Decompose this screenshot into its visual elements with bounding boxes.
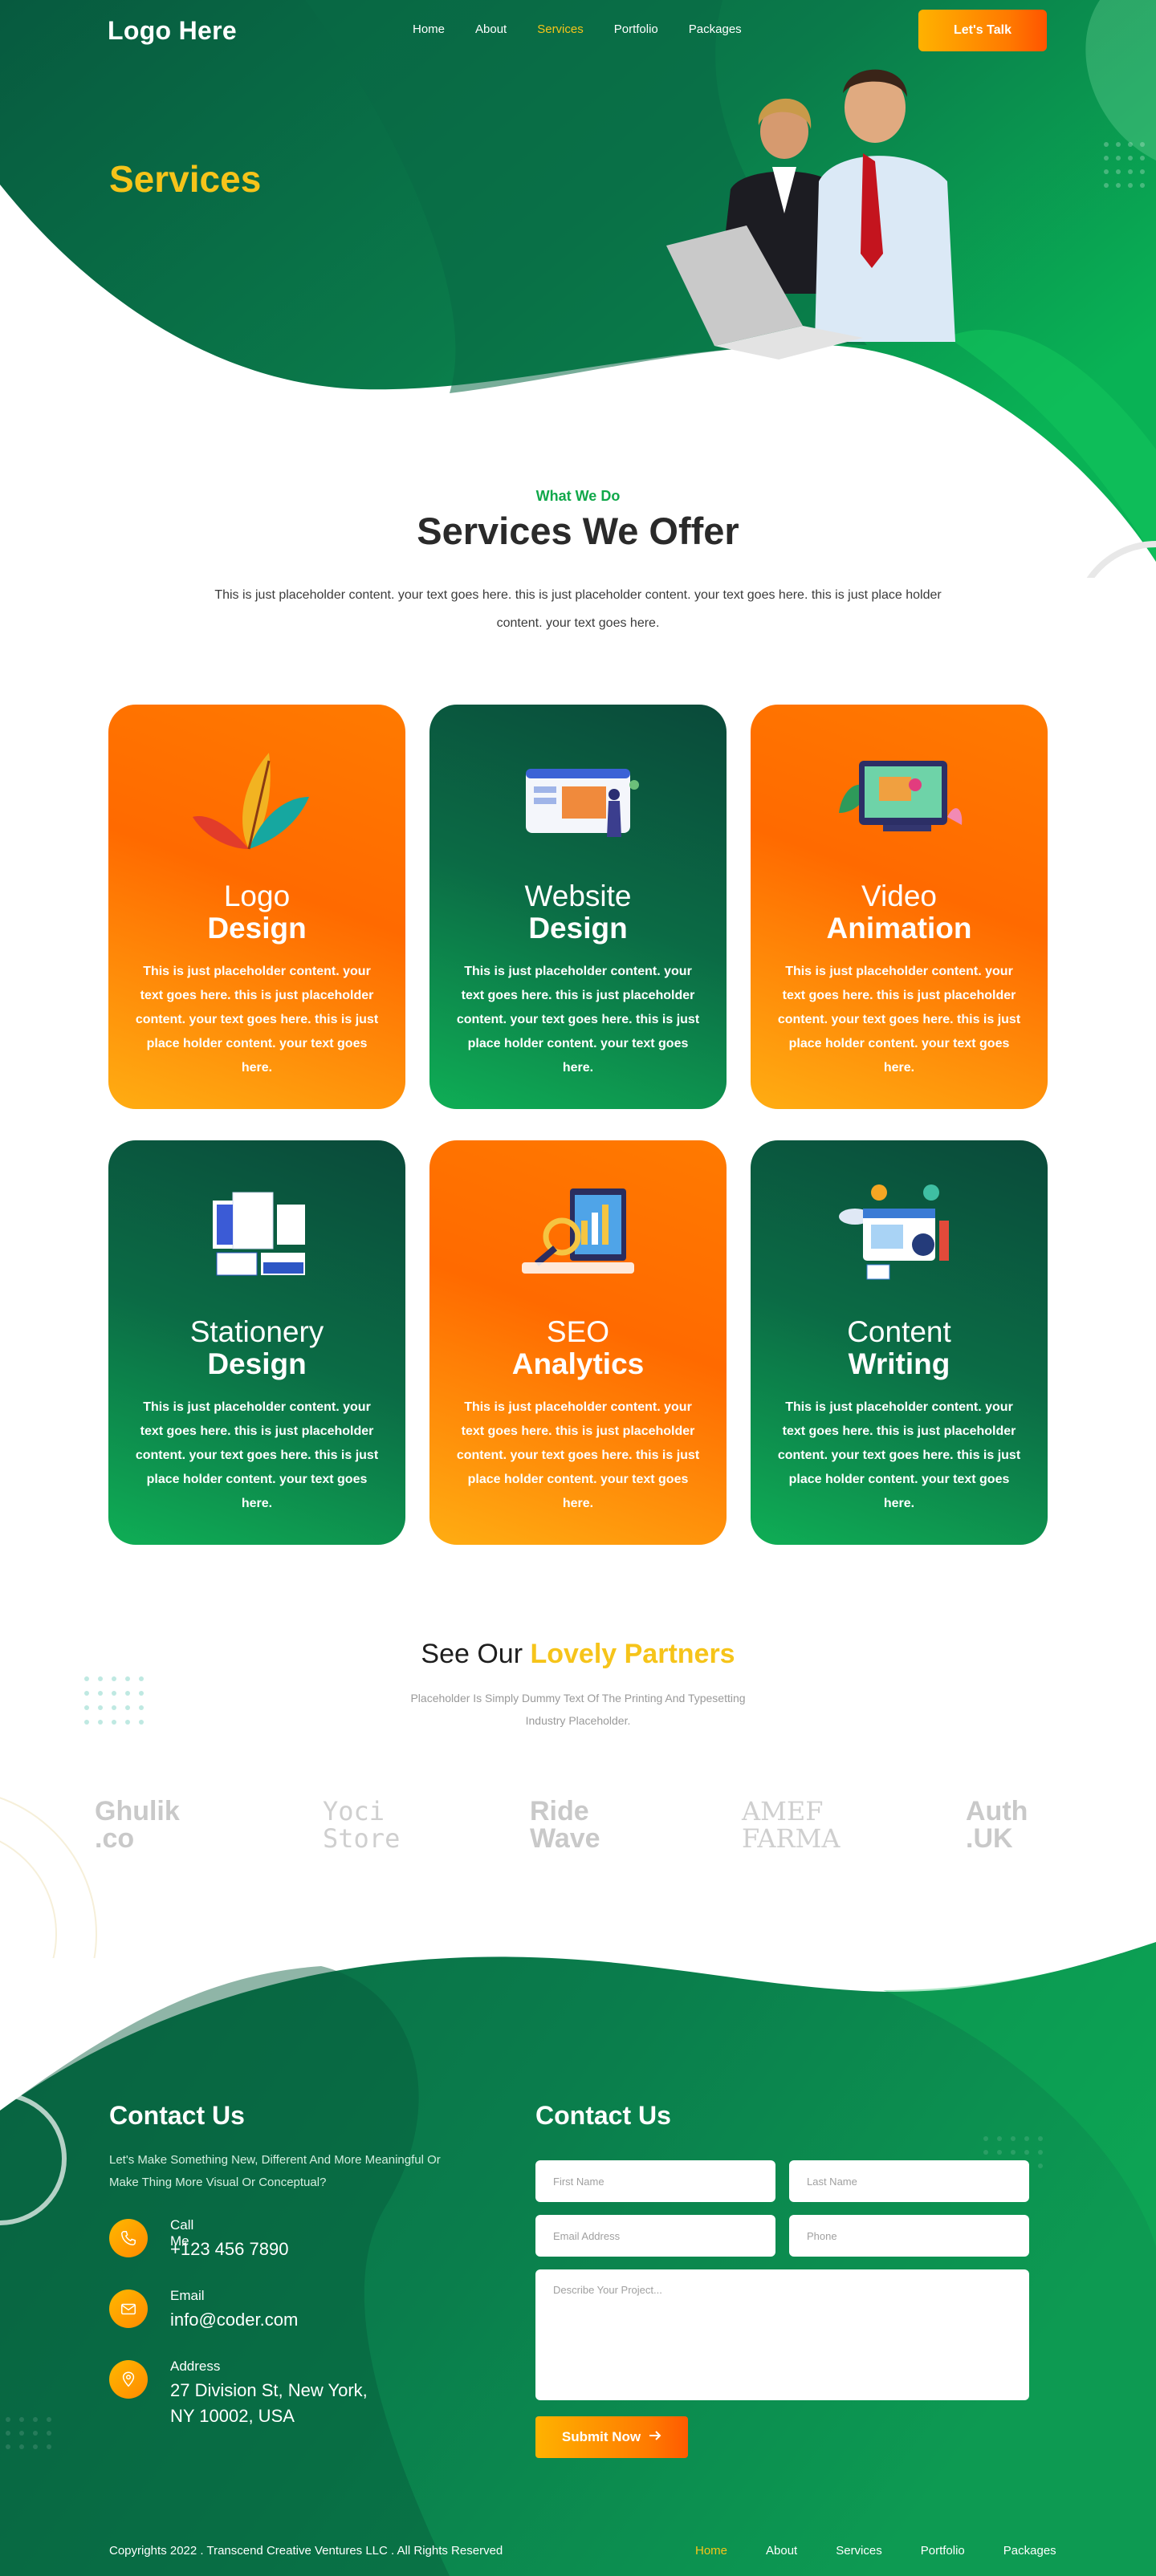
- email-label: Email: [170, 2288, 205, 2303]
- card-title-line2: Writing: [848, 1347, 950, 1380]
- page-title: Services: [109, 158, 262, 200]
- service-card-logo-design[interactable]: Logo Design This is just placeholder con…: [108, 705, 405, 1109]
- card-description: This is just placeholder content. your t…: [135, 965, 379, 1075]
- partners-title-highlight: Lovely Partners: [530, 1639, 735, 1669]
- partner-logo-line2: Store: [323, 1823, 401, 1854]
- partners-subtitle: Placeholder Is Simply Dummy Text Of The …: [410, 1692, 746, 1727]
- partner-logo-line1: Ride: [530, 1796, 589, 1826]
- submit-button[interactable]: Submit Now: [535, 2416, 688, 2458]
- first-name-field[interactable]: [535, 2160, 775, 2202]
- card-title-line1: Logo: [223, 880, 291, 912]
- card-description: This is just placeholder content. your t…: [777, 1400, 1021, 1510]
- section-description: This is just placeholder content. your t…: [214, 588, 942, 630]
- service-card-seo-analytics[interactable]: SEO Analytics This is just placeholder c…: [429, 1140, 727, 1545]
- arrow-right-icon: [649, 2429, 661, 2445]
- partner-logo-line2: .UK: [966, 1823, 1013, 1854]
- card-title-line2: Design: [528, 912, 628, 945]
- footer-link-portfolio[interactable]: Portfolio: [921, 2544, 965, 2558]
- email-field[interactable]: [535, 2215, 775, 2257]
- page: Logo Here Home About Services Portfolio …: [0, 0, 1156, 2576]
- phone-icon: [109, 2219, 148, 2257]
- footer-link-home[interactable]: Home: [695, 2544, 727, 2558]
- card-description: This is just placeholder content. your t…: [456, 965, 700, 1075]
- call-value[interactable]: +123 456 7890: [170, 2237, 411, 2262]
- partner-logo-line1: Yoci: [323, 1796, 385, 1826]
- copyright: Copyrights 2022 . Transcend Creative Ven…: [109, 2544, 503, 2558]
- contact-form-title: Contact Us: [535, 2101, 671, 2130]
- service-card-website-design[interactable]: Website Design This is just placeholder …: [429, 705, 727, 1109]
- footer-link-about[interactable]: About: [766, 2544, 797, 2558]
- footer-menu: Home About Services Portfolio Packages: [695, 2544, 1095, 2558]
- card-title-line1: Content: [847, 1315, 951, 1348]
- partner-logo-amef-farma[interactable]: AMEF FARMA: [742, 1798, 841, 1852]
- partner-logo-ghulik[interactable]: Ghulik .co: [95, 1798, 180, 1852]
- card-title-line1: Stationery: [189, 1315, 324, 1348]
- envelope-icon: [109, 2290, 148, 2328]
- business-people-illustration: [666, 69, 955, 360]
- card-title-line2: Design: [207, 912, 307, 945]
- partner-logo-auth-uk[interactable]: Auth .UK: [966, 1798, 1028, 1852]
- seo-analytics-icon: [522, 1188, 634, 1274]
- nav-item-services[interactable]: Services: [537, 22, 584, 36]
- nav-item-home[interactable]: Home: [413, 22, 445, 36]
- partner-logo-line1: Auth: [966, 1796, 1028, 1826]
- stationery-icon: [213, 1192, 305, 1276]
- partners-title: See Our Lovely Partners: [0, 1639, 1156, 1670]
- partner-logo-line2: Wave: [530, 1823, 600, 1854]
- submit-label: Submit Now: [561, 2429, 641, 2444]
- address-line1: 27 Division St, New York,: [170, 2380, 368, 2400]
- partner-logo-line1: AMEF: [742, 1796, 824, 1826]
- card-title-line2: Animation: [826, 912, 972, 945]
- partners-title-plain: See Our: [421, 1639, 523, 1669]
- contact-title: Contact Us: [109, 2101, 245, 2130]
- nav-item-about[interactable]: About: [475, 22, 507, 36]
- partner-logo-line1: Ghulik: [95, 1796, 180, 1826]
- partner-logo-ride-wave[interactable]: Ride Wave: [530, 1798, 600, 1852]
- contact-lead: Let's Make Something New, Different And …: [109, 2153, 441, 2189]
- section-title: Services We Offer: [417, 510, 739, 552]
- card-title-line1: SEO: [546, 1315, 610, 1348]
- card-title-line2: Design: [207, 1347, 307, 1380]
- card-description: This is just placeholder content. your t…: [135, 1400, 379, 1510]
- address-line2: NY 10002, USA: [170, 2406, 295, 2426]
- nav-item-portfolio[interactable]: Portfolio: [614, 22, 658, 36]
- phone-field[interactable]: [789, 2215, 1029, 2257]
- site-logo[interactable]: Logo Here: [108, 16, 237, 46]
- website-design-icon: [526, 769, 639, 837]
- address-label: Address: [170, 2359, 221, 2374]
- partner-logo-yoci-store[interactable]: Yoci Store: [323, 1798, 400, 1852]
- card-title-line1: Video: [861, 880, 937, 912]
- service-card-video-animation[interactable]: Video Animation This is just placeholder…: [751, 705, 1048, 1109]
- footer-link-packages[interactable]: Packages: [1003, 2544, 1056, 2558]
- video-animation-icon: [839, 761, 963, 831]
- top-navigation: Logo Here Home About Services Portfolio …: [0, 0, 1156, 61]
- main-menu: Home About Services Portfolio Packages: [413, 22, 772, 36]
- location-pin-icon: [109, 2360, 148, 2399]
- section-eyebrow: What We Do: [535, 488, 621, 504]
- lets-talk-button[interactable]: Let's Talk: [918, 10, 1047, 51]
- last-name-field[interactable]: [789, 2160, 1029, 2202]
- footer-link-services[interactable]: Services: [836, 2544, 882, 2558]
- feather-icon: [193, 753, 309, 850]
- card-title-line1: Website: [524, 880, 632, 912]
- address-value: 27 Division St, New York, NY 10002, USA: [170, 2378, 411, 2429]
- nav-item-packages[interactable]: Packages: [689, 22, 742, 36]
- project-description-field[interactable]: [535, 2269, 1029, 2400]
- email-value[interactable]: info@coder.com: [170, 2307, 411, 2333]
- card-description: This is just placeholder content. your t…: [456, 1400, 700, 1510]
- service-card-content-writing[interactable]: Content Writing This is just placeholder…: [751, 1140, 1048, 1545]
- partner-logo-line2: .co: [95, 1823, 135, 1854]
- partner-logo-line2: FARMA: [742, 1823, 841, 1854]
- content-writing-icon: [839, 1184, 949, 1280]
- card-description: This is just placeholder content. your t…: [777, 965, 1021, 1075]
- service-card-stationery-design[interactable]: Stationery Design This is just placehold…: [108, 1140, 405, 1545]
- card-title-line2: Analytics: [511, 1347, 645, 1380]
